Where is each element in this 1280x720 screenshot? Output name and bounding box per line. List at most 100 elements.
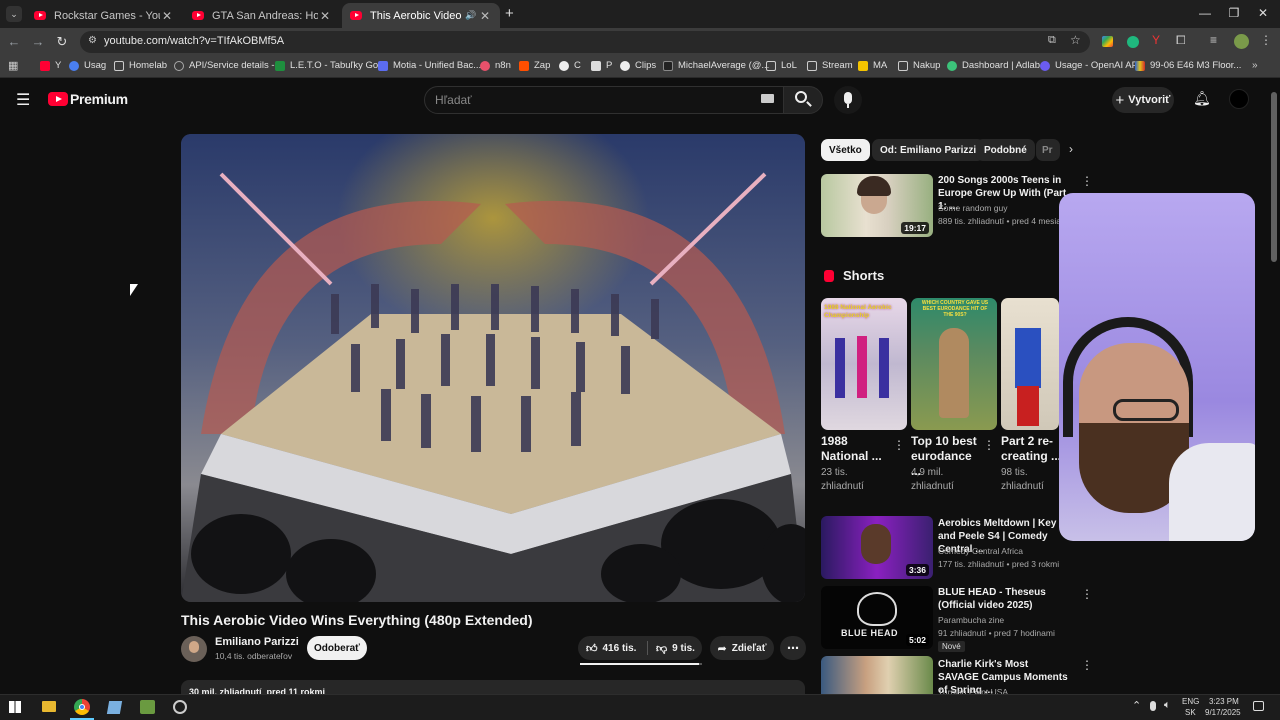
recommended-thumbnail[interactable] [821,656,933,694]
microphone-tray-icon[interactable] [1150,701,1156,711]
recommended-channel[interactable]: Some random guy [938,202,1007,214]
video-player[interactable] [181,134,805,602]
bookmark-item[interactable]: Zap [519,60,550,71]
short-thumbnail[interactable] [1001,298,1059,430]
close-icon[interactable]: ✕ [318,9,332,23]
search-input[interactable] [435,93,735,107]
maximize-button[interactable]: ❐ [1224,6,1244,20]
app-icon[interactable] [173,700,187,714]
app-icon[interactable] [140,700,155,714]
back-icon[interactable]: ← [6,34,22,49]
window-close-button[interactable]: ✕ [1253,6,1273,20]
file-explorer-icon[interactable] [42,701,56,712]
bookmark-item[interactable]: n8n [480,60,511,71]
search-button[interactable] [783,86,823,114]
share-button[interactable]: ➦ Zdieľať [710,636,774,660]
close-icon[interactable]: ✕ [478,9,492,23]
apps-grid-icon[interactable]: ▦ [8,59,18,72]
kebab-menu-icon[interactable]: ⋮ [1081,658,1093,672]
install-app-icon[interactable]: ⧉ [1048,34,1056,47]
site-info-icon[interactable]: ⚙ [88,35,97,46]
profile-avatar[interactable] [1234,34,1249,49]
bookmark-item[interactable]: Dashboard | Adlab [947,60,1040,71]
extension-icon[interactable]: Y [1152,33,1160,47]
chip-from-channel[interactable]: Od: Emiliano Parizzi [872,139,985,161]
speaker-icon[interactable]: 🔊 [464,10,478,21]
tray-chevron-up-icon[interactable]: ⌃ [1132,699,1141,712]
kebab-menu-icon[interactable]: ⋮ [1081,587,1093,601]
language-top[interactable]: ENG [1182,697,1199,706]
bookmark-item[interactable]: MichaelAverage (@... [663,60,769,71]
tab-aerobic[interactable]: This Aerobic Video Wins Every 🔊 ✕ [342,3,500,28]
clock-date[interactable]: 9/17/2025 [1205,708,1241,717]
bookmark-item[interactable]: Usag [69,60,106,71]
hamburger-menu-icon[interactable]: ☰ [16,90,30,110]
bookmark-star-icon[interactable]: ☆ [1070,33,1081,47]
bookmark-item[interactable]: P [591,60,612,71]
tab-search-icon[interactable]: ⌄ [6,6,22,22]
bookmark-item[interactable]: Clips [620,60,656,71]
recommended-thumbnail[interactable]: BLUE HEAD 5:02 [821,586,933,649]
menu-kebab-icon[interactable]: ⋮ [1260,33,1272,47]
create-button[interactable]: + Vytvoriť [1112,87,1174,113]
subscribe-button[interactable]: Odoberať [307,636,367,660]
short-thumbnail[interactable]: WHICH COUNTRY GAVE US BEST EURODANCE HIT… [911,298,997,430]
channel-avatar[interactable] [181,636,207,662]
tab-rockstar[interactable]: Rockstar Games - YouTube ✕ [26,3,182,28]
recommended-channel[interactable]: Parambucha zine [938,614,1004,626]
new-tab-button[interactable]: + [505,5,514,22]
chip-related[interactable]: Podobné [976,139,1035,161]
more-actions-button[interactable]: ⋯ [780,636,806,660]
language-bottom[interactable]: SK [1185,708,1196,717]
bookmark-folder[interactable]: Homelab [114,60,167,71]
bookmark-item[interactable]: C [559,60,581,71]
more-bookmarks-icon[interactable]: » [1252,60,1258,71]
recommended-channel[interactable]: Comedy Central Africa [938,545,1023,557]
dislike-button[interactable]: 👎︎ 9 tis. [650,636,702,660]
recommended-title[interactable]: BLUE HEAD - Theseus (Official video 2025… [938,586,1068,612]
recommended-thumbnail[interactable]: 3:36 [821,516,933,579]
chevron-right-icon[interactable]: › [1069,142,1073,156]
minimize-button[interactable]: — [1195,6,1215,20]
bookmark-folder[interactable]: Stream [807,60,853,71]
reload-icon[interactable]: ↻ [54,34,70,50]
bookmark-item[interactable]: L.E.T.O - Tabuľky Go... [275,60,386,71]
forward-icon[interactable]: → [30,34,46,49]
short-thumbnail[interactable]: 1988 National Aerobic Championship [821,298,907,430]
scrollbar-thumb[interactable] [1271,92,1277,262]
notifications-bell-icon[interactable]: 🔔︎ [1193,90,1211,107]
kebab-menu-icon[interactable]: ⋮ [893,438,905,452]
extension-icon[interactable] [1127,36,1139,48]
address-bar[interactable]: ⚙ youtube.com/watch?v=TIfAkOBMf5A ⧉ ☆ [80,31,1090,53]
chip-partial[interactable]: Pr [1036,139,1060,161]
short-title[interactable]: 1988 National ... [821,434,891,464]
channel-name[interactable]: Emiliano Parizzi [215,636,299,648]
kebab-menu-icon[interactable]: ⋮ [1081,174,1093,188]
voice-search-button[interactable] [834,86,862,114]
kebab-menu-icon[interactable]: ⋮ [983,438,995,452]
account-avatar[interactable] [1229,89,1249,109]
tab-gta[interactable]: GTA San Andreas: How to Get a ✕ [184,3,340,28]
volume-icon[interactable]: 🔈︎ [1164,699,1171,712]
keyboard-icon[interactable] [761,94,774,103]
bookmark-item[interactable]: MA [858,60,887,71]
bookmark-item[interactable]: 99-06 E46 M3 Floor... [1135,60,1241,71]
bookmark-item[interactable]: Motia - Unified Bac... [378,60,481,71]
bookmark-item[interactable]: API/Service details -... [174,60,282,71]
close-icon[interactable]: ✕ [160,9,174,23]
bookmark-item[interactable]: Y [40,60,61,71]
extension-icon[interactable] [1102,36,1113,47]
bookmark-item[interactable]: Usage - OpenAI API [1040,60,1141,71]
recommended-thumbnail[interactable]: 19:17 [821,174,933,237]
windows-start-icon[interactable] [9,701,21,713]
page-scrollbar[interactable] [1268,80,1280,694]
bookmark-folder[interactable]: LoL [766,60,797,71]
notification-icon[interactable] [1253,701,1264,711]
like-button[interactable]: 👍︎ 416 tis. [578,636,648,660]
clock-time[interactable]: 3:23 PM [1209,697,1239,706]
bookmark-folder[interactable]: Nakup [898,60,940,71]
app-icon[interactable] [106,701,123,714]
chip-all[interactable]: Všetko [821,139,870,161]
reading-list-icon[interactable]: ≡ [1210,33,1217,47]
extensions-puzzle-icon[interactable]: ⧠ [1176,33,1186,48]
